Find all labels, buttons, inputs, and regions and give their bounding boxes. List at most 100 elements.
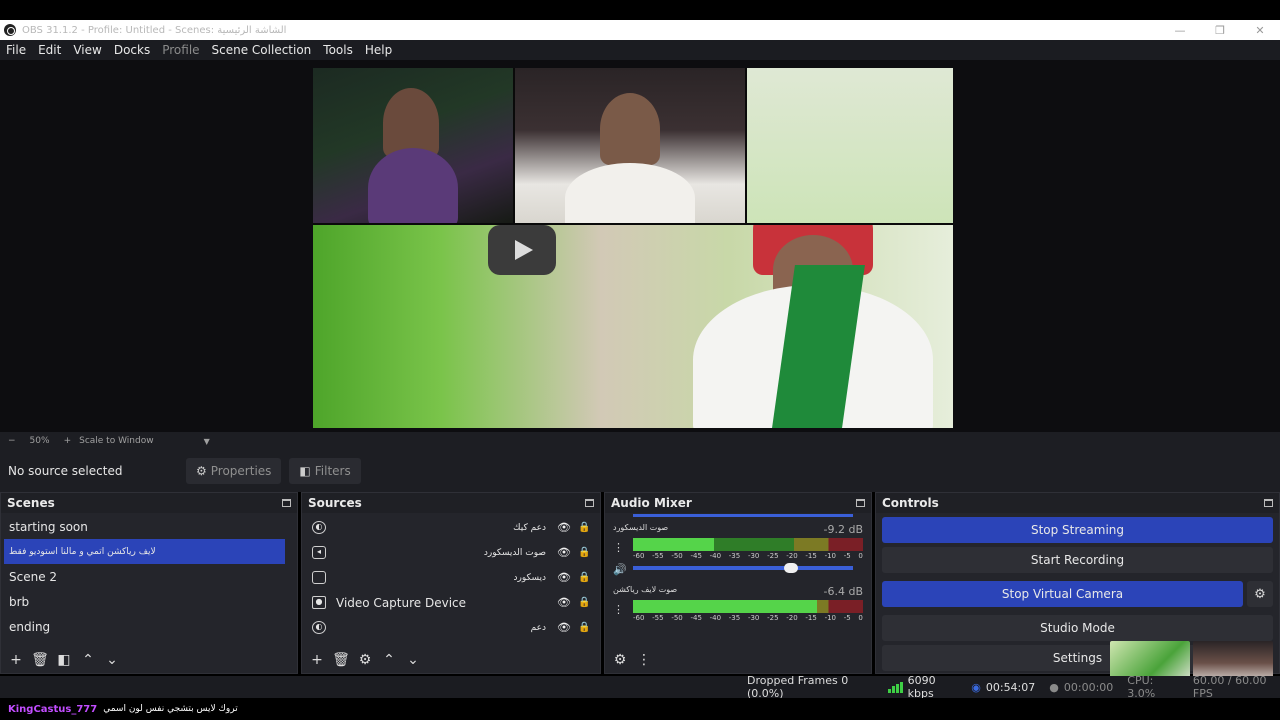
move-down-icon[interactable]: ⌄ bbox=[103, 652, 121, 668]
lock-icon[interactable]: 🔒 bbox=[578, 547, 590, 558]
undock-icon[interactable] bbox=[856, 499, 865, 507]
visibility-eye-icon[interactable]: 👁 bbox=[556, 596, 572, 609]
status-bar: Dropped Frames 0 (0.0%) 6090 kbps ◉ 00:5… bbox=[0, 674, 1280, 700]
source-name: ديسكورد bbox=[513, 572, 546, 583]
tick-label: -5 bbox=[843, 614, 851, 622]
scene-item-brb[interactable]: brb bbox=[1, 589, 285, 614]
tick-label: -40 bbox=[709, 552, 722, 560]
channel-name: صوت الديسكورد bbox=[613, 523, 669, 532]
source-row[interactable]: ◂ صوت الديسكورد 👁 🔒 bbox=[302, 540, 600, 565]
source-row[interactable]: ◐ دعم كيك 👁 🔒 bbox=[302, 515, 600, 540]
channel-header: صوت الديسكورد -9.2 dB bbox=[613, 523, 863, 536]
move-up-icon[interactable]: ⌃ bbox=[380, 652, 398, 668]
mixer-header: Audio Mixer bbox=[605, 493, 871, 513]
webcam-pane-center bbox=[515, 68, 745, 223]
tick-label: -30 bbox=[747, 552, 760, 560]
tick-label: -35 bbox=[728, 614, 741, 622]
window-controls: — ❐ ✕ bbox=[1160, 24, 1280, 37]
start-recording-button[interactable]: Start Recording bbox=[882, 547, 1273, 573]
undock-icon[interactable] bbox=[585, 499, 594, 507]
tick-label: -60 bbox=[633, 614, 645, 622]
virtual-camera-settings-gear-icon[interactable]: ⚙ bbox=[1247, 581, 1273, 607]
visibility-eye-icon[interactable]: 👁 bbox=[556, 521, 572, 534]
filters-button[interactable]: ◧ Filters bbox=[289, 458, 361, 484]
person-figure bbox=[600, 93, 660, 165]
channel-menu-icon[interactable]: ⋮ bbox=[613, 541, 624, 554]
stop-streaming-button[interactable]: Stop Streaming bbox=[882, 517, 1273, 543]
visibility-eye-icon[interactable]: 👁 bbox=[556, 621, 572, 634]
lock-icon[interactable]: 🔒 bbox=[578, 622, 590, 633]
move-up-icon[interactable]: ⌃ bbox=[79, 652, 97, 668]
menu-help[interactable]: Help bbox=[359, 43, 398, 57]
visibility-eye-icon[interactable]: 👁 bbox=[556, 571, 572, 584]
scene-list: starting soon لايف رياكشن اتمي و مالنا ا… bbox=[1, 513, 297, 639]
source-row[interactable]: ◐ دعم 👁 🔒 bbox=[302, 615, 600, 640]
scale-mode-dropdown-icon[interactable]: ▼ bbox=[204, 437, 210, 446]
tick-label: -20 bbox=[786, 552, 798, 560]
menu-edit[interactable]: Edit bbox=[32, 43, 67, 57]
add-source-icon[interactable]: + bbox=[308, 652, 326, 668]
menu-file[interactable]: File bbox=[0, 43, 32, 57]
move-down-icon[interactable]: ⌄ bbox=[404, 652, 422, 668]
advanced-audio-icon[interactable]: ⚙ bbox=[611, 652, 629, 668]
mixer-channel: صوت الديسكورد -9.2 dB ⋮ -60 -55 -50 -45 -40-… bbox=[605, 519, 871, 581]
volume-slider[interactable] bbox=[633, 563, 853, 573]
sources-footer: + 🗑 ⚙ ⌃ ⌄ bbox=[302, 647, 600, 673]
tick-label: -25 bbox=[767, 552, 779, 560]
menu-docks[interactable]: Docks bbox=[108, 43, 156, 57]
stop-virtual-camera-button[interactable]: Stop Virtual Camera bbox=[882, 581, 1243, 607]
partial-volume-slider[interactable] bbox=[633, 514, 853, 517]
zoom-in-button[interactable]: + bbox=[64, 436, 72, 446]
lock-icon[interactable]: 🔒 bbox=[578, 572, 590, 583]
remove-source-icon[interactable]: 🗑 bbox=[332, 652, 350, 668]
play-button-plaque bbox=[488, 225, 556, 275]
close-button[interactable]: ✕ bbox=[1240, 24, 1280, 37]
undock-icon[interactable] bbox=[1264, 499, 1273, 507]
source-row[interactable]: ديسكورد 👁 🔒 bbox=[302, 565, 600, 590]
person-shirt bbox=[368, 148, 458, 223]
maximize-button[interactable]: ❐ bbox=[1200, 24, 1240, 37]
scene-item-scene-2[interactable]: Scene 2 bbox=[1, 564, 285, 589]
program-preview[interactable] bbox=[313, 68, 953, 428]
display-capture-icon bbox=[312, 571, 326, 584]
properties-button[interactable]: ⚙ Properties bbox=[186, 458, 282, 484]
volume-slider-knob[interactable] bbox=[784, 563, 799, 573]
source-name: صوت الديسكورد bbox=[483, 547, 546, 558]
source-row[interactable]: ● Video Capture Device 👁 🔒 bbox=[302, 590, 600, 615]
menu-view[interactable]: View bbox=[67, 43, 107, 57]
source-properties-icon[interactable]: ⚙ bbox=[356, 652, 374, 668]
lock-icon[interactable]: 🔒 bbox=[578, 522, 590, 533]
scale-mode-label[interactable]: Scale to Window bbox=[79, 436, 153, 446]
lock-icon[interactable]: 🔒 bbox=[578, 597, 590, 608]
studio-mode-button[interactable]: Studio Mode bbox=[882, 615, 1273, 641]
scene-item-starting-soon[interactable]: starting soon bbox=[1, 514, 285, 539]
visibility-eye-icon[interactable]: 👁 bbox=[556, 546, 572, 559]
channel-db: -9.2 dB bbox=[823, 523, 864, 536]
chat-username: KingCastus_777 bbox=[8, 703, 98, 715]
mixer-menu-icon[interactable]: ⋮ bbox=[635, 652, 653, 668]
scene-filters-icon[interactable]: ◧ bbox=[55, 652, 73, 668]
channel-menu-icon[interactable]: ⋮ bbox=[613, 603, 624, 616]
source-name: Video Capture Device bbox=[336, 595, 467, 610]
meter-level bbox=[633, 538, 714, 551]
undock-icon[interactable] bbox=[282, 499, 291, 507]
menu-profile[interactable]: Profile bbox=[156, 43, 205, 57]
mixer-channel: صوت لايف رياكشن -6.4 dB ⋮ -60 -55 -50 -45 -4… bbox=[605, 581, 871, 643]
controls-header: Controls bbox=[876, 493, 1279, 513]
scene-item-ending[interactable]: ending bbox=[1, 614, 285, 639]
menu-scene-collection[interactable]: Scene Collection bbox=[206, 43, 318, 57]
menu-tools[interactable]: Tools bbox=[317, 43, 359, 57]
record-indicator-icon: ● bbox=[1049, 680, 1059, 694]
remove-scene-icon[interactable]: 🗑 bbox=[31, 652, 49, 668]
speaker-icon[interactable]: 🔊 bbox=[613, 563, 627, 576]
scene-item-live-reaction[interactable]: لايف رياكشن اتمي و مالنا استوديو فقط bbox=[4, 539, 285, 564]
channel-header: صوت لايف رياكشن -6.4 dB bbox=[613, 585, 863, 598]
record-time: 00:00:00 bbox=[1063, 680, 1114, 694]
virtual-camera-row: Stop Virtual Camera ⚙ bbox=[876, 577, 1279, 611]
minimize-button[interactable]: — bbox=[1160, 24, 1200, 37]
zoom-out-button[interactable]: − bbox=[8, 436, 16, 446]
zoom-level: 50% bbox=[29, 436, 50, 446]
fps: 60.00 / 60.00 FPS bbox=[1192, 674, 1267, 700]
add-scene-icon[interactable]: + bbox=[7, 652, 25, 668]
cpu-usage: CPU: 3.0% bbox=[1127, 674, 1156, 700]
